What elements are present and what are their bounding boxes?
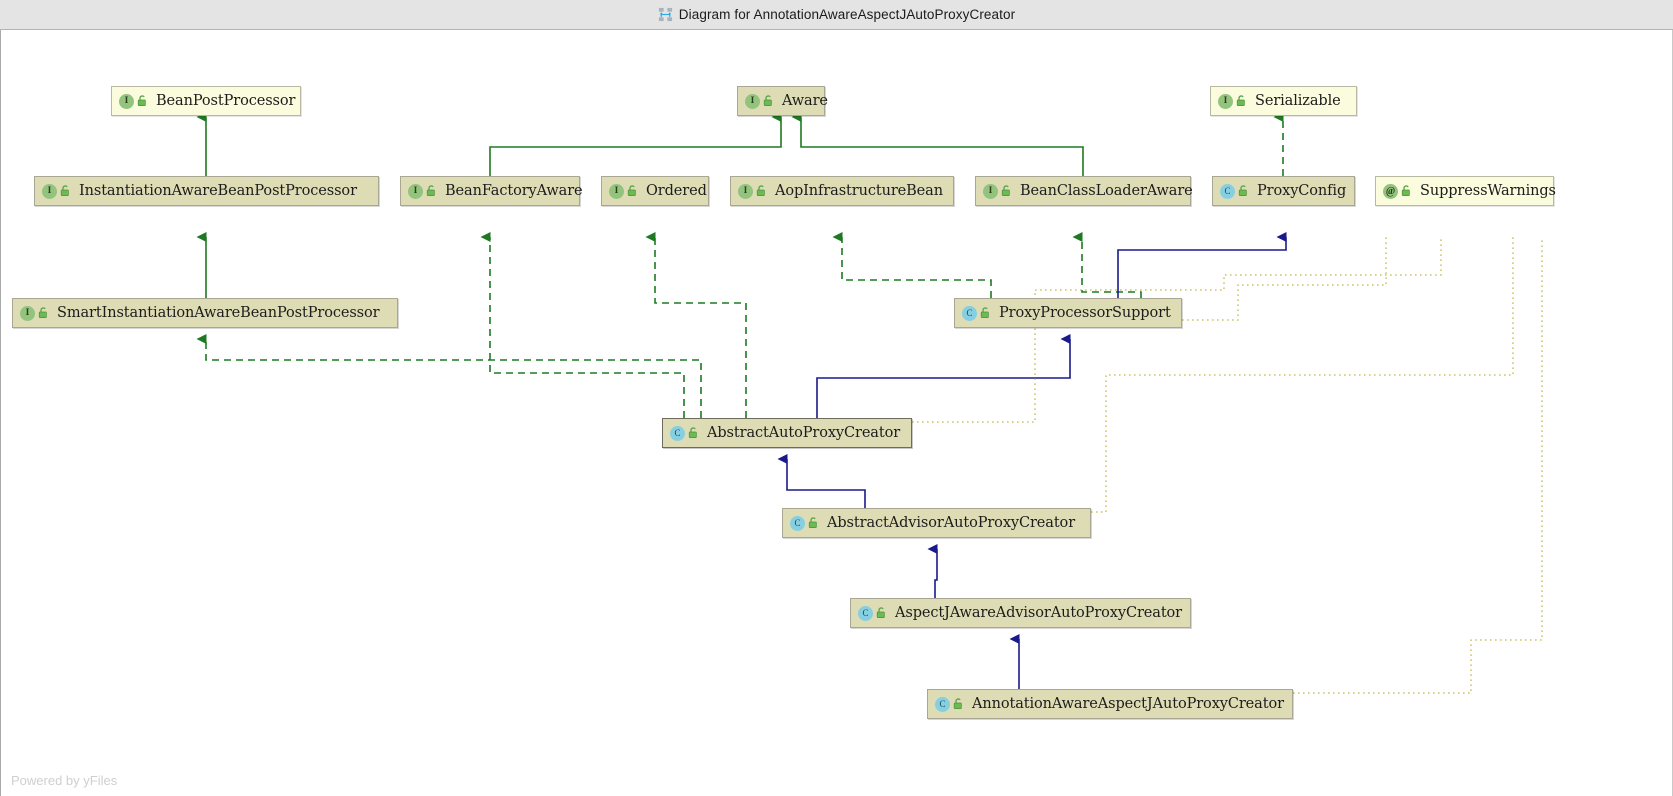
interface-badge-icon: I xyxy=(42,183,57,199)
edge-abstractadvisorautoproxycreator-abstractautoproxycreator xyxy=(777,454,866,508)
edge-abstractadvisorautoproxycreator-suppresswarnings xyxy=(1091,237,1514,513)
class-node-label: ProxyConfig xyxy=(1257,182,1347,199)
class-node-label: BeanFactoryAware xyxy=(445,182,583,199)
public-lock-icon xyxy=(808,517,817,528)
class-node-label: Ordered xyxy=(646,182,707,199)
class-node-proxyprocessorsupport[interactable]: C ProxyProcessorSupport xyxy=(954,298,1182,328)
class-node-label: ProxyProcessorSupport xyxy=(999,304,1171,321)
interface-badge-icon: I xyxy=(408,183,423,199)
class-node-serializable[interactable]: I Serializable xyxy=(1210,86,1357,116)
edge-beanclassloaderaware-aware xyxy=(791,112,1084,176)
yfiles-watermark: Powered by yFiles xyxy=(11,773,118,788)
interface-badge-icon: I xyxy=(20,305,35,321)
class-node-beanclassloaderaware[interactable]: I BeanClassLoaderAware xyxy=(975,176,1193,206)
class-node-proxyconfig[interactable]: C ProxyConfig xyxy=(1212,176,1355,206)
diagram-canvas[interactable]: I BeanPostProcessor I Aware I Serializable… xyxy=(0,30,1673,796)
public-lock-icon xyxy=(876,607,885,618)
class-node-ordered[interactable]: I Ordered xyxy=(601,176,709,206)
interface-badge-icon: I xyxy=(738,183,753,199)
edge-proxyprocessorsupport-beanclassloaderaware xyxy=(1072,232,1142,298)
edge-proxyprocessorsupport-aopinfrastructurebean xyxy=(832,232,992,298)
edge-aspectjawareadvisor-abstractadvisor xyxy=(927,544,938,598)
annotation-badge-icon: @ xyxy=(1383,183,1398,199)
class-node-beanpostprocessor[interactable]: I BeanPostProcessor xyxy=(111,86,301,116)
edge-abstractautoproxycreator-suppresswarnings xyxy=(912,237,1442,423)
public-lock-icon xyxy=(763,95,772,106)
window-title: Diagram for AnnotationAwareAspectJAutoPr… xyxy=(678,7,1016,22)
class-node-label: AopInfrastructureBean xyxy=(775,182,943,199)
class-badge-icon: C xyxy=(935,696,950,712)
class-diagram-icon xyxy=(658,7,673,22)
edge-beanfactoryaware-aware xyxy=(489,112,782,176)
interface-badge-icon: I xyxy=(119,93,134,109)
public-lock-icon xyxy=(426,185,435,196)
edge-abstractautoproxycreator-smartinstantiationaware xyxy=(196,334,702,418)
window-title-bar: Diagram for AnnotationAwareAspectJAutoPr… xyxy=(0,0,1673,30)
class-badge-icon: C xyxy=(1220,183,1235,199)
diagram-window: Diagram for AnnotationAwareAspectJAutoPr… xyxy=(0,0,1673,796)
edge-layer xyxy=(196,112,1543,694)
class-badge-icon: C xyxy=(962,305,977,321)
public-lock-icon xyxy=(1401,185,1410,196)
class-node-label: BeanClassLoaderAware xyxy=(1020,182,1193,199)
class-badge-icon: C xyxy=(670,425,685,441)
edge-annotationaware-suppresswarnings xyxy=(1293,237,1543,694)
class-node-abstractadvisorautoproxycreator[interactable]: C AbstractAdvisorAutoProxyCreator xyxy=(782,508,1091,538)
public-lock-icon xyxy=(756,185,765,196)
public-lock-icon xyxy=(1001,185,1010,196)
class-node-annotationawareaspectjautoproxycreator[interactable]: C AnnotationAwareAspectJAutoProxyCreator xyxy=(927,689,1293,719)
edge-abstractautoproxycreator-proxyprocessorsupport xyxy=(816,334,1071,418)
public-lock-icon xyxy=(1238,185,1247,196)
interface-badge-icon: I xyxy=(609,183,624,199)
class-node-label: AbstractAdvisorAutoProxyCreator xyxy=(827,514,1076,531)
class-node-aspectjawareadvisorautoproxycreator[interactable]: C AspectJAwareAdvisorAutoProxyCreator xyxy=(850,598,1191,628)
public-lock-icon xyxy=(60,185,69,196)
class-node-label: SuppressWarnings xyxy=(1420,182,1556,199)
public-lock-icon xyxy=(38,307,47,318)
class-node-aware[interactable]: I Aware xyxy=(737,86,828,116)
interface-badge-icon: I xyxy=(1218,93,1233,109)
class-node-instantiationawarebeanpostprocessor[interactable]: I InstantiationAwareBeanPostProcessor xyxy=(34,176,379,206)
public-lock-icon xyxy=(137,95,146,106)
edge-abstractautoproxycreator-ordered xyxy=(645,232,747,418)
class-node-label: Serializable xyxy=(1255,92,1341,109)
class-badge-icon: C xyxy=(858,605,873,621)
class-node-suppresswarnings[interactable]: @ SuppressWarnings xyxy=(1375,176,1556,206)
interface-badge-icon: I xyxy=(983,183,998,199)
edge-proxyprocessorsupport-suppresswarnings xyxy=(1182,237,1387,321)
class-node-label: SmartInstantiationAwareBeanPostProcessor xyxy=(57,304,380,321)
class-node-smartinstantiationawarebeanpostprocessor[interactable]: I SmartInstantiationAwareBeanPostProcess… xyxy=(12,298,398,328)
public-lock-icon xyxy=(1236,95,1245,106)
class-node-beanfactoryaware[interactable]: I BeanFactoryAware xyxy=(400,176,583,206)
class-node-label: BeanPostProcessor xyxy=(156,92,296,109)
edge-proxyprocessorsupport-proxyconfig xyxy=(1117,232,1287,298)
public-lock-icon xyxy=(980,307,989,318)
interface-badge-icon: I xyxy=(745,93,760,109)
public-lock-icon xyxy=(688,427,697,438)
class-node-abstractautoproxycreator[interactable]: C AbstractAutoProxyCreator xyxy=(662,418,912,448)
class-node-label: AspectJAwareAdvisorAutoProxyCreator xyxy=(895,604,1183,621)
class-node-label: AnnotationAwareAspectJAutoProxyCreator xyxy=(972,695,1284,712)
class-badge-icon: C xyxy=(790,515,805,531)
class-node-label: Aware xyxy=(782,92,828,109)
class-node-aopinfrastructurebean[interactable]: I AopInfrastructureBean xyxy=(730,176,954,206)
class-node-label: AbstractAutoProxyCreator xyxy=(707,424,901,441)
edge-abstractautoproxycreator-beanfactoryaware xyxy=(480,232,685,418)
public-lock-icon xyxy=(627,185,636,196)
public-lock-icon xyxy=(953,698,962,709)
class-node-label: InstantiationAwareBeanPostProcessor xyxy=(79,182,357,199)
